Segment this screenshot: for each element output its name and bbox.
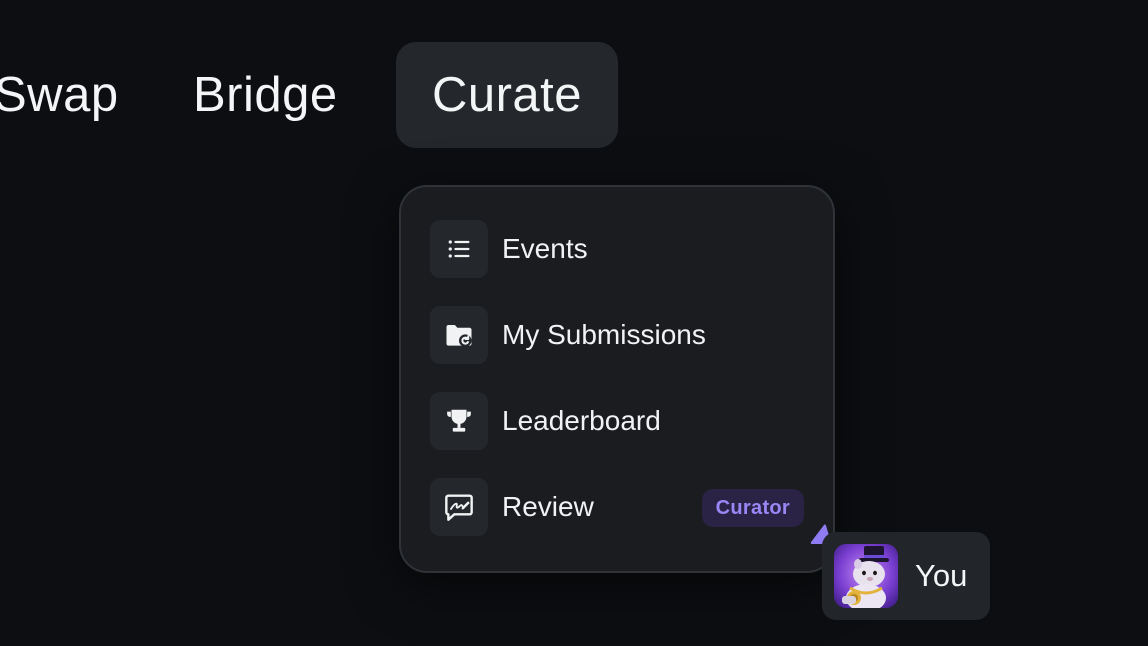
nav-bridge-label: Bridge bbox=[193, 68, 338, 122]
menu-item-events-label: Events bbox=[502, 233, 588, 264]
curate-dropdown-menu: Events My Submissions Leaderboard Review… bbox=[399, 185, 835, 573]
nav-bridge[interactable]: Bridge bbox=[193, 42, 338, 148]
nav-swap[interactable]: Swap bbox=[0, 42, 119, 148]
menu-item-my-submissions[interactable]: My Submissions bbox=[430, 305, 804, 365]
user-presence-label: You bbox=[915, 558, 968, 593]
trophy-icon bbox=[430, 392, 488, 450]
nav-swap-label: Swap bbox=[0, 68, 119, 122]
user-presence-chip[interactable]: You bbox=[822, 532, 990, 620]
folder-upload-icon bbox=[430, 306, 488, 364]
menu-item-events[interactable]: Events bbox=[430, 219, 804, 279]
curator-badge: Curator bbox=[701, 489, 804, 527]
review-signature-icon bbox=[430, 478, 488, 536]
menu-item-leaderboard[interactable]: Leaderboard bbox=[430, 391, 804, 451]
menu-item-review-label: Review bbox=[502, 491, 594, 522]
nav-curate[interactable]: Curate bbox=[396, 42, 618, 148]
menu-item-my-submissions-label: My Submissions bbox=[502, 319, 706, 350]
nav-curate-label: Curate bbox=[431, 68, 583, 122]
app-stage: Swap Bridge Curate Events My Submissions… bbox=[0, 0, 1148, 646]
avatar bbox=[834, 544, 898, 608]
menu-item-leaderboard-label: Leaderboard bbox=[502, 405, 661, 436]
list-icon bbox=[430, 220, 488, 278]
menu-item-review[interactable]: Review Curator bbox=[430, 477, 804, 537]
